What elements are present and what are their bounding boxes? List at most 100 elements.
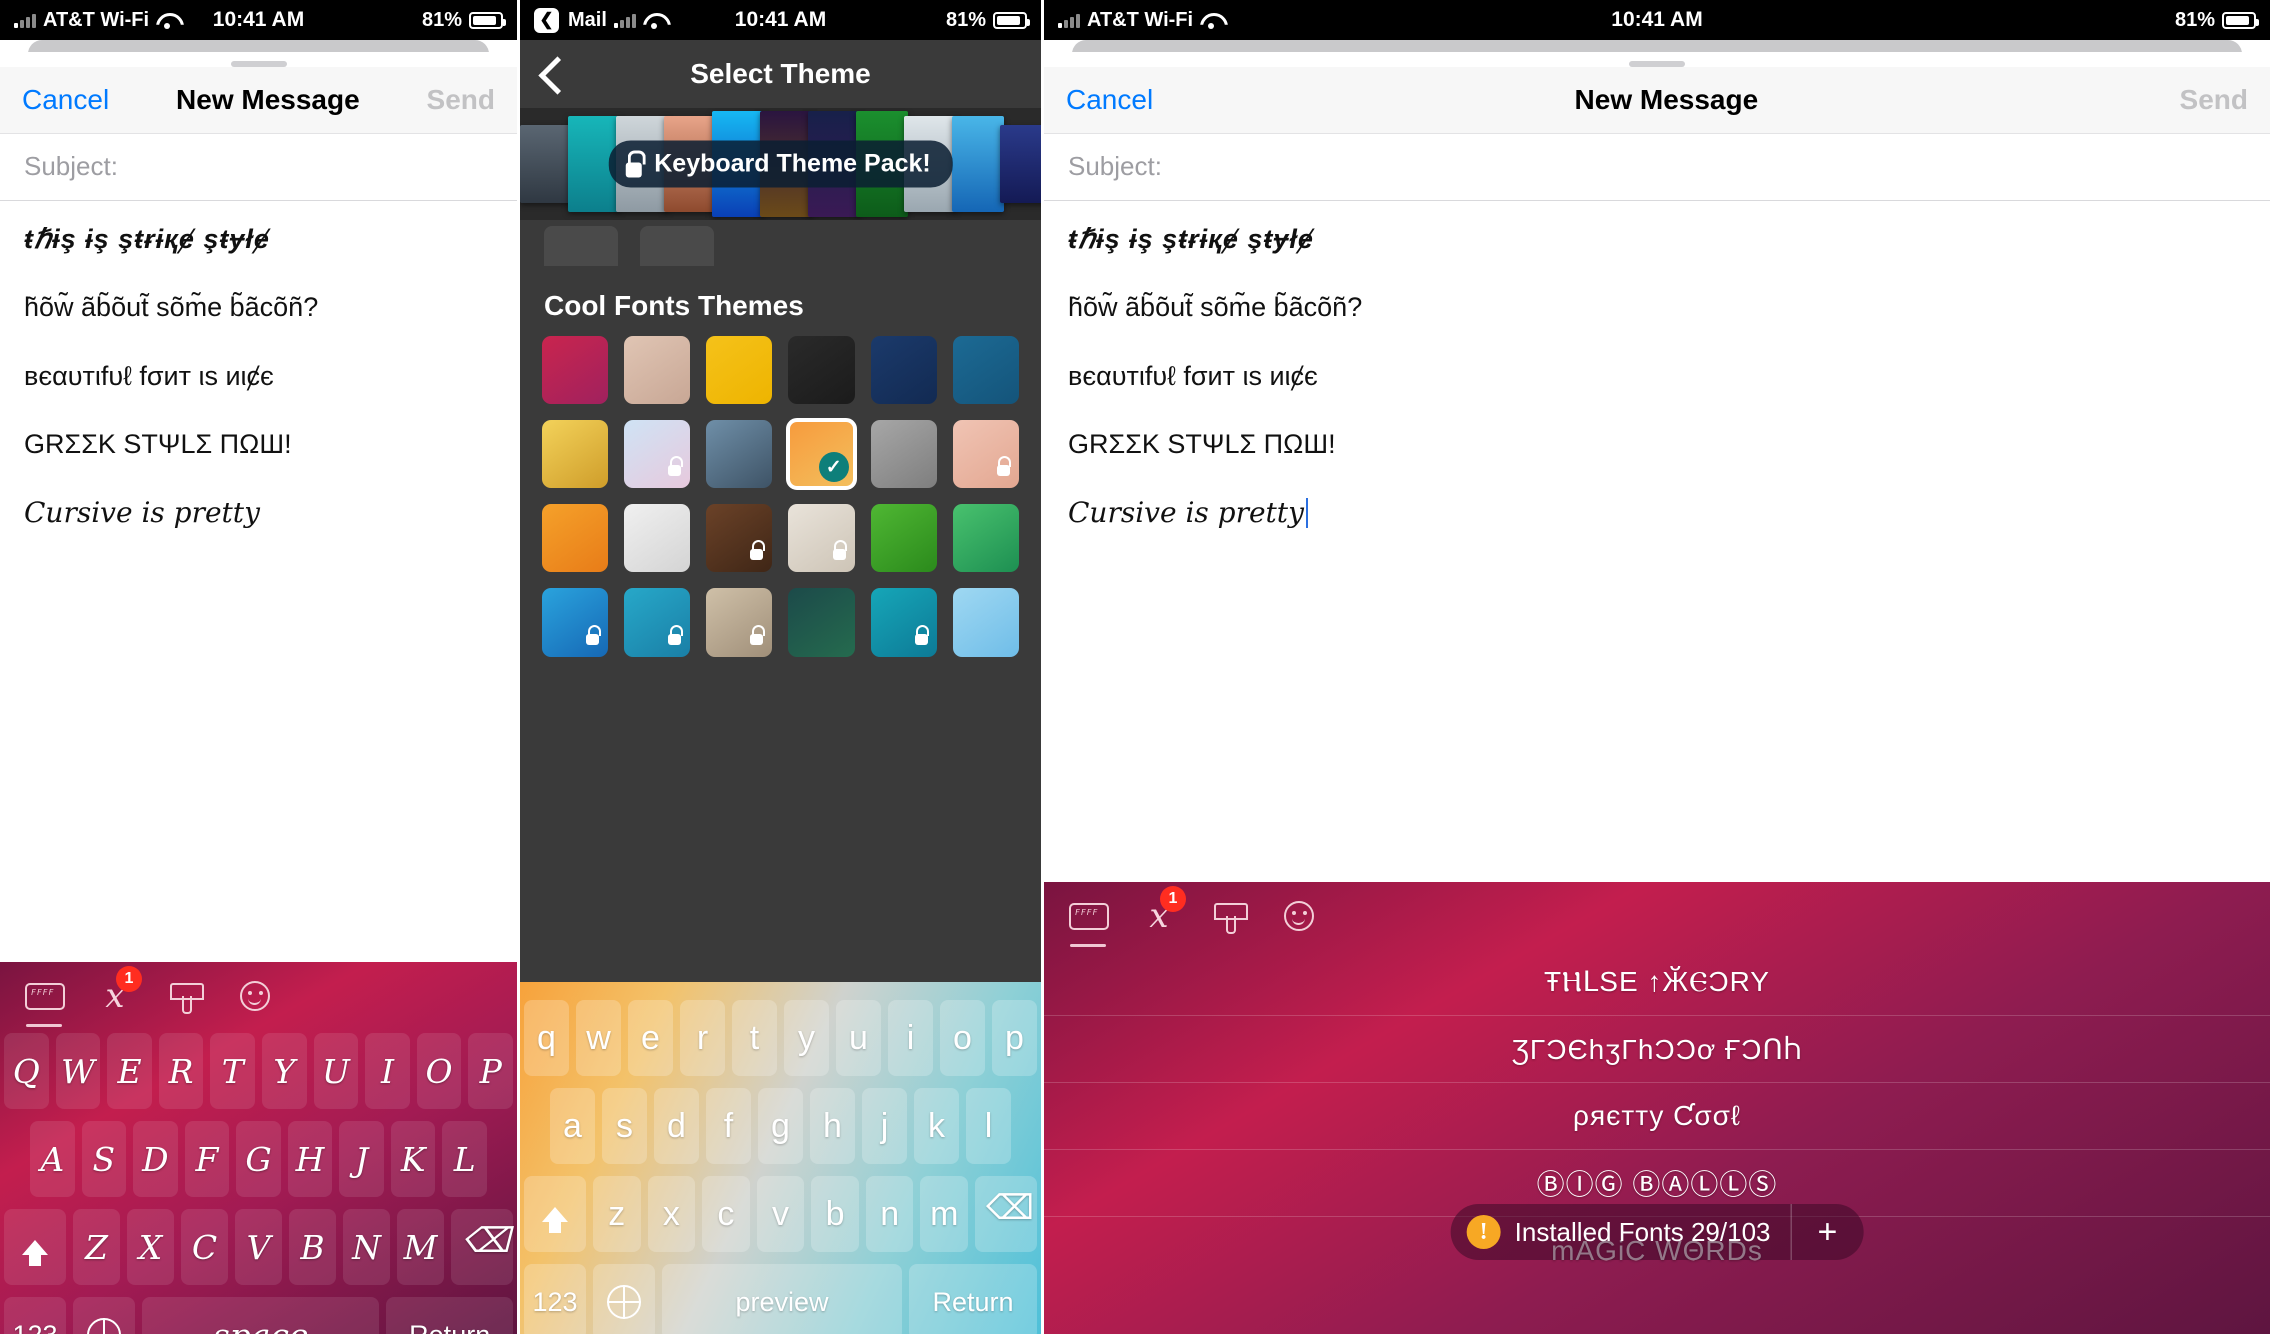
numbers-key[interactable]: 123	[524, 1264, 586, 1334]
theme-cell[interactable]	[870, 336, 937, 405]
key[interactable]: m	[920, 1176, 969, 1252]
numbers-key[interactable]: 123	[4, 1297, 66, 1334]
add-font-button[interactable]: +	[1791, 1213, 1863, 1252]
theme-cell[interactable]	[624, 336, 691, 405]
key[interactable]: H	[287, 1121, 333, 1197]
key[interactable]: u	[836, 1000, 881, 1076]
delete-key[interactable]	[975, 1176, 1038, 1252]
key[interactable]: o	[940, 1000, 985, 1076]
theme-cell[interactable]	[624, 588, 691, 657]
key[interactable]: S	[81, 1121, 127, 1197]
key[interactable]: W	[55, 1033, 101, 1109]
emoji-button[interactable]	[220, 969, 290, 1023]
keyboard-layout-button[interactable]: FFFF	[1054, 889, 1124, 943]
key[interactable]: p	[992, 1000, 1037, 1076]
subject-field[interactable]: Subject:	[1044, 133, 2270, 200]
delete-key[interactable]	[451, 1209, 513, 1285]
theme-pack-banner[interactable]: Keyboard Theme Pack!	[520, 108, 1041, 220]
key[interactable]: f	[706, 1088, 751, 1164]
theme-pack-pill[interactable]: Keyboard Theme Pack!	[608, 140, 953, 188]
theme-brush-button[interactable]	[150, 969, 220, 1023]
font-list-item[interactable]: ŦⲎᒪSE ↑ӁⲈƆRY	[1044, 949, 2270, 1016]
message-body[interactable]: ŧℏɨş ɨş şŧɍɨқɇ şŧɏłɇ h̃õw̃ ãb̃õut̃ sõm̃e…	[1044, 200, 2270, 529]
key[interactable]: c	[702, 1176, 750, 1252]
return-key[interactable]: Return	[909, 1264, 1037, 1334]
key[interactable]: e	[628, 1000, 673, 1076]
shift-key[interactable]	[4, 1209, 66, 1285]
theme-cell[interactable]	[788, 588, 855, 657]
theme-cell[interactable]	[706, 336, 773, 405]
key[interactable]: Q	[4, 1033, 49, 1109]
theme-cell[interactable]	[706, 420, 773, 489]
theme-chip[interactable]	[640, 226, 714, 266]
send-button[interactable]: Send	[2180, 84, 2248, 116]
keyboard-layout-button[interactable]: FFFF	[10, 969, 80, 1023]
key[interactable]: K	[390, 1121, 436, 1197]
key[interactable]: r	[680, 1000, 725, 1076]
return-key[interactable]: Return	[386, 1297, 513, 1334]
key[interactable]: k	[914, 1088, 959, 1164]
theme-cell[interactable]	[870, 420, 937, 489]
theme-cell[interactable]	[952, 336, 1019, 405]
theme-cell[interactable]	[706, 588, 773, 657]
key[interactable]: g	[758, 1088, 803, 1164]
font-list-item[interactable]: ρяєтту Ƈσσℓ	[1044, 1083, 2270, 1150]
key[interactable]: B	[289, 1209, 336, 1285]
globe-key[interactable]	[73, 1297, 135, 1334]
key[interactable]: x	[647, 1176, 696, 1252]
key[interactable]: I	[365, 1033, 410, 1109]
globe-key[interactable]	[593, 1264, 655, 1334]
key[interactable]: v	[756, 1176, 805, 1252]
shift-key[interactable]	[523, 1176, 586, 1252]
theme-cell[interactable]	[706, 504, 773, 573]
theme-cell[interactable]	[542, 588, 609, 657]
theme-cell[interactable]	[788, 504, 855, 573]
fonts-button[interactable]: 𝑥 1	[1124, 886, 1194, 943]
key[interactable]: V	[235, 1209, 282, 1285]
key[interactable]: L	[442, 1121, 488, 1197]
message-body[interactable]: ŧℏɨş ɨş şŧɍɨқɇ şŧɏłɇ h̃õw̃ ãb̃õut̃ sõm̃e…	[0, 200, 517, 528]
key[interactable]: h	[810, 1088, 855, 1164]
key[interactable]: U	[313, 1033, 359, 1109]
theme-cell[interactable]	[952, 504, 1019, 573]
back-chevron-icon[interactable]	[544, 62, 568, 86]
key[interactable]: z	[592, 1176, 641, 1252]
theme-cell[interactable]	[952, 588, 1019, 657]
key[interactable]: Z	[73, 1209, 120, 1285]
theme-cell[interactable]	[542, 504, 609, 573]
back-to-mail-chip[interactable]: ❮	[534, 7, 559, 33]
theme-cell[interactable]	[788, 336, 855, 405]
key[interactable]: A	[29, 1121, 75, 1197]
key[interactable]: J	[339, 1121, 384, 1197]
theme-cell[interactable]	[870, 504, 937, 573]
key[interactable]: O	[416, 1033, 462, 1109]
theme-cell[interactable]	[952, 420, 1019, 489]
theme-cell[interactable]	[542, 420, 609, 489]
emoji-button[interactable]	[1264, 889, 1334, 943]
theme-brush-button[interactable]	[1194, 889, 1264, 943]
key[interactable]: E	[107, 1033, 152, 1109]
fonts-button[interactable]: 𝑥 1	[80, 966, 150, 1023]
space-key[interactable]: preview	[662, 1264, 902, 1334]
theme-cell[interactable]	[542, 336, 609, 405]
key[interactable]: b	[811, 1176, 859, 1252]
key[interactable]: Y	[262, 1033, 307, 1109]
send-button[interactable]: Send	[427, 84, 495, 116]
key[interactable]: R	[158, 1033, 204, 1109]
key[interactable]: t	[732, 1000, 777, 1076]
key[interactable]: T	[210, 1033, 255, 1109]
key[interactable]: y	[784, 1000, 829, 1076]
key[interactable]: X	[127, 1209, 174, 1285]
key[interactable]: D	[133, 1121, 178, 1197]
theme-chip[interactable]	[544, 226, 618, 266]
theme-cell[interactable]	[624, 420, 691, 489]
key[interactable]: M	[397, 1209, 444, 1285]
key[interactable]: n	[865, 1176, 914, 1252]
key[interactable]: j	[862, 1088, 907, 1164]
font-list-item[interactable]: ƷΓƆЄhӡΓhƆƆơ ҒƆՈႹ	[1044, 1016, 2270, 1083]
key[interactable]: N	[343, 1209, 390, 1285]
space-key[interactable]: space	[142, 1297, 380, 1334]
key[interactable]: d	[654, 1088, 699, 1164]
key[interactable]: l	[966, 1088, 1011, 1164]
cancel-button[interactable]: Cancel	[1066, 84, 1153, 116]
